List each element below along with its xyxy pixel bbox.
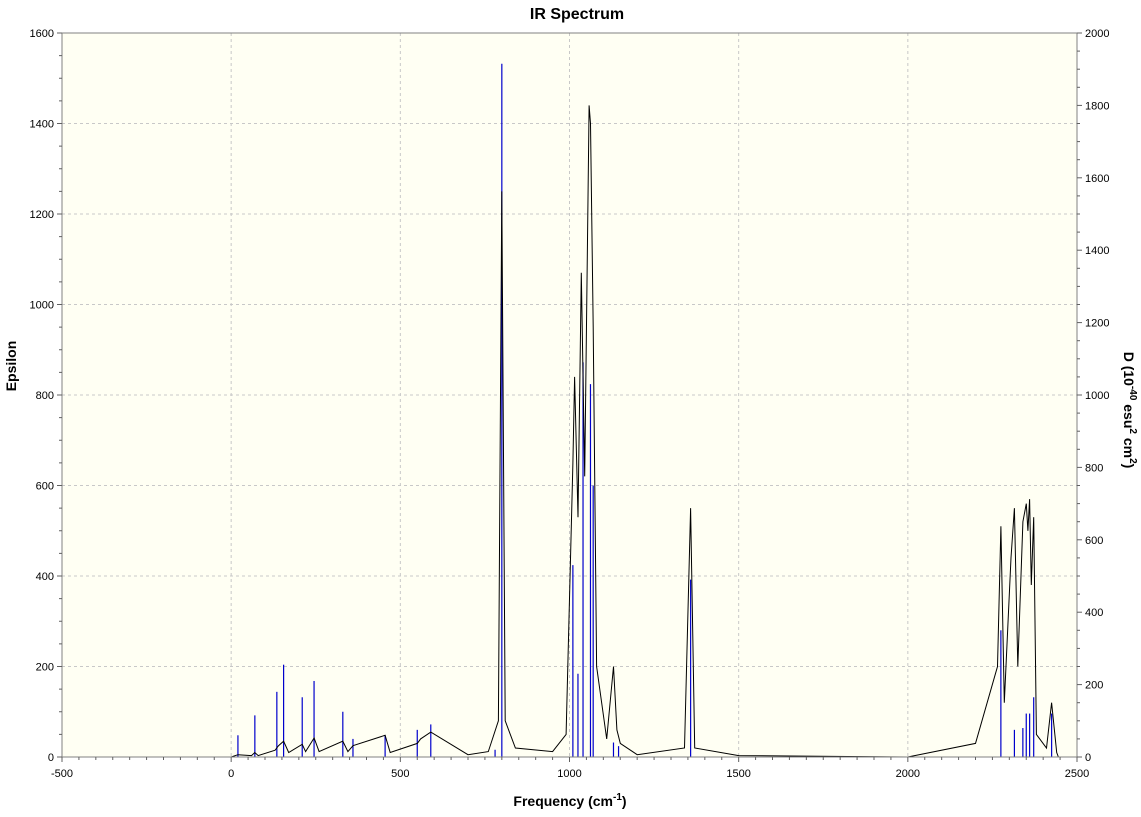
chart-title: IR Spectrum bbox=[530, 6, 624, 23]
y-left-tick-label: 400 bbox=[36, 571, 54, 583]
x-axis-label: Frequency (cm-1) bbox=[513, 792, 626, 809]
y-left-tick-label: 200 bbox=[36, 662, 54, 674]
y-right-tick-label: 1400 bbox=[1085, 245, 1109, 257]
chart-svg: -500 0 500 1000 1500 2000 25000200400600800100… bbox=[3, 6, 1138, 809]
y-left-tick-label: 600 bbox=[36, 481, 54, 493]
ir-spectrum-chart: -500 0 500 1000 1500 2000 2500 0 200 400 600 800 100… bbox=[0, 0, 1141, 812]
y-left-tick-label: 1200 bbox=[30, 209, 54, 221]
y-axis-label-right: D (10-40 esu2 cm2) bbox=[1121, 352, 1138, 469]
y-left-tick-label: 800 bbox=[36, 390, 54, 402]
y-right-label-part-2: esu bbox=[1121, 400, 1137, 428]
y-right-label-part-0: D (10 bbox=[1121, 352, 1137, 386]
x-tick-label: 2500 bbox=[1065, 768, 1089, 780]
y-right-tick-label: 600 bbox=[1085, 535, 1103, 547]
y-right-tick-label: 800 bbox=[1085, 462, 1103, 474]
x-tick-label: 2000 bbox=[896, 768, 920, 780]
y-right-tick-label: 400 bbox=[1085, 607, 1103, 619]
x-tick-label: 0 bbox=[228, 768, 234, 780]
x-tick-label: 1000 bbox=[557, 768, 581, 780]
y-left-tick-label: 0 bbox=[48, 752, 54, 764]
y-right-tick-label: 1600 bbox=[1085, 173, 1109, 185]
y-left-tick-label: 1400 bbox=[30, 119, 54, 131]
y-axis-label-left: Epsilon bbox=[3, 341, 19, 392]
y-right-tick-label: 200 bbox=[1085, 680, 1103, 692]
x-tick-label: -500 bbox=[51, 768, 73, 780]
x-tick-label: 500 bbox=[391, 768, 409, 780]
y-right-tick-label: 1200 bbox=[1085, 318, 1109, 330]
y-right-tick-label: 1800 bbox=[1085, 100, 1109, 112]
x-axis-label-end: ) bbox=[622, 793, 627, 809]
y-right-tick-label: 2000 bbox=[1085, 28, 1109, 40]
y-right-label-part-6: ) bbox=[1121, 464, 1137, 469]
y-right-tick-label: 0 bbox=[1085, 752, 1091, 764]
y-left-tick-label: 1600 bbox=[30, 28, 54, 40]
x-axis-label-main: Frequency (cm bbox=[513, 793, 613, 809]
y-right-tick-label: 1000 bbox=[1085, 390, 1109, 402]
y-left-tick-label: 1000 bbox=[30, 300, 54, 312]
y-right-label-part-4: cm bbox=[1121, 434, 1137, 458]
y-right-label-part-1: -40 bbox=[1127, 386, 1138, 401]
x-tick-label: 1500 bbox=[726, 768, 750, 780]
